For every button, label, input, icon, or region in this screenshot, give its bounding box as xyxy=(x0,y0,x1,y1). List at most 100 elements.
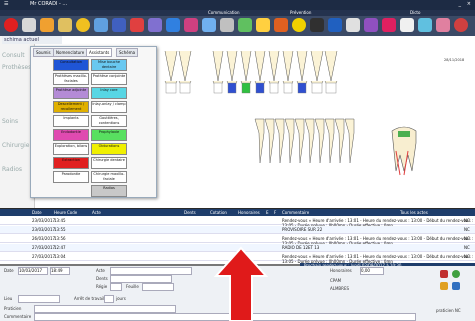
upper-tooth[interactable] xyxy=(282,50,294,89)
stethoscope-icon[interactable] xyxy=(364,18,378,32)
calendar-icon[interactable] xyxy=(22,18,36,32)
lower-tooth[interactable] xyxy=(294,118,305,164)
regie-field[interactable] xyxy=(110,283,122,291)
act-button[interactable]: Extraction xyxy=(53,157,89,169)
act-button[interactable]: Radios xyxy=(91,185,127,197)
honoraires-field[interactable]: 0,00 xyxy=(360,267,384,275)
photo-icon[interactable] xyxy=(328,18,342,32)
date-field[interactable]: 10/03/2017 xyxy=(18,267,48,275)
lightbulb-icon[interactable] xyxy=(256,18,270,32)
nav-radios[interactable]: Radios xyxy=(2,166,22,173)
nav-chirurgie[interactable]: Chirurgie xyxy=(2,142,29,149)
nav-protheses[interactable]: Prothèses xyxy=(2,64,31,71)
tooth-pink-icon[interactable] xyxy=(436,18,450,32)
upper-tooth[interactable] xyxy=(324,50,338,89)
isolated-molar[interactable] xyxy=(391,126,417,176)
lower-tooth[interactable] xyxy=(264,118,275,164)
col-honoraires[interactable]: Honoraires xyxy=(238,210,260,215)
app-menu-icon[interactable]: ☰ xyxy=(4,1,8,7)
feuille-select[interactable] xyxy=(142,283,174,291)
document-icon[interactable] xyxy=(112,18,126,32)
upper-tooth[interactable] xyxy=(254,50,266,89)
lower-tooth[interactable] xyxy=(274,118,285,164)
chart-icon[interactable] xyxy=(400,18,414,32)
table-row[interactable]: 23/03/2017 13:55 PROVISOIRE SUR 22 NC xyxy=(0,226,475,234)
time-field[interactable]: 18:49 xyxy=(50,267,70,275)
tab-soumis[interactable]: Soumis xyxy=(33,48,54,57)
headset-icon[interactable] xyxy=(346,18,360,32)
table-row[interactable]: 26/03/2017 13:56 Rendez-vous « Heure d'arr… xyxy=(0,235,475,246)
act-button[interactable]: Prophylaxie xyxy=(91,129,127,141)
col-commentaire[interactable]: Commentaire xyxy=(282,210,309,215)
nav-consult[interactable]: Consult xyxy=(2,52,25,59)
card-icon[interactable] xyxy=(94,18,108,32)
lower-tooth[interactable] xyxy=(254,118,265,164)
act-button[interactable]: Inlay core xyxy=(91,87,127,99)
act-button[interactable]: Implants xyxy=(53,115,89,127)
tooth-icon[interactable] xyxy=(274,18,288,32)
acte-field[interactable] xyxy=(110,267,192,275)
lower-tooth[interactable] xyxy=(344,118,355,164)
xray-icon[interactable] xyxy=(166,18,180,32)
act-button[interactable]: Gouttières, contentions xyxy=(91,115,127,127)
patient-icon[interactable] xyxy=(76,18,90,32)
mail-icon[interactable] xyxy=(238,18,252,32)
col-cotation[interactable]: Cotation xyxy=(210,210,227,215)
toothbrush-icon[interactable] xyxy=(418,18,432,32)
print-icon[interactable] xyxy=(452,282,460,290)
arret-field[interactable] xyxy=(104,295,114,303)
camera-icon[interactable] xyxy=(310,18,324,32)
search-icon[interactable] xyxy=(184,18,198,32)
lower-tooth[interactable] xyxy=(284,118,295,164)
minimize-icon[interactable]: _ xyxy=(459,1,462,7)
praticien-select[interactable] xyxy=(34,305,176,313)
act-button[interactable]: Exploration, bilans xyxy=(53,143,89,155)
col-date[interactable]: Date xyxy=(32,210,42,215)
act-button[interactable]: Descellement / recollement xyxy=(53,101,89,113)
act-button[interactable]: Chirurgie dentaire xyxy=(91,157,127,169)
delete-icon[interactable] xyxy=(440,270,448,278)
validate-icon[interactable] xyxy=(452,270,460,278)
nav-soins[interactable]: Soins xyxy=(2,118,18,125)
filter-all-acts[interactable]: Tous les actes xyxy=(400,210,428,215)
lower-tooth[interactable] xyxy=(314,118,325,164)
user-icon[interactable] xyxy=(58,18,72,32)
table-row[interactable]: 23/03/2017 13:45 Rendez-vous « Heure d'arr… xyxy=(0,217,475,228)
act-button[interactable]: Consultation xyxy=(53,59,89,71)
dents-field[interactable] xyxy=(110,275,172,283)
act-button[interactable]: Prothèses maxillo-faciales xyxy=(53,73,89,85)
col-dents[interactable]: Dents xyxy=(184,210,196,215)
col-f[interactable]: F xyxy=(274,210,276,215)
act-button[interactable]: Endodontie xyxy=(53,129,89,141)
radiation-icon[interactable] xyxy=(292,18,306,32)
act-button[interactable]: Prothèse conjointe xyxy=(91,73,127,85)
heart-icon[interactable] xyxy=(382,18,396,32)
tab-assistants[interactable]: Assistants xyxy=(86,48,113,57)
upper-tooth[interactable] xyxy=(212,50,224,89)
lieu-select[interactable] xyxy=(18,295,60,303)
chat-icon[interactable] xyxy=(202,18,216,32)
upper-tooth[interactable] xyxy=(268,50,280,89)
act-button[interactable]: Chirurgie maxillo-faciale xyxy=(91,171,127,183)
col-e[interactable]: E xyxy=(266,210,269,215)
close-icon[interactable]: × xyxy=(467,1,471,7)
printer-icon[interactable] xyxy=(220,18,234,32)
upper-tooth[interactable] xyxy=(296,50,308,89)
power-icon[interactable] xyxy=(4,18,18,32)
lower-tooth[interactable] xyxy=(324,118,335,164)
col-heure[interactable]: Heure xyxy=(54,210,66,215)
act-button[interactable]: Mise bouche dentaire xyxy=(91,59,127,71)
col-code[interactable]: Code xyxy=(67,210,77,215)
home-icon[interactable] xyxy=(40,18,54,32)
act-button[interactable]: Obturations xyxy=(91,143,127,155)
upper-tooth[interactable] xyxy=(164,50,178,89)
act-button[interactable]: Inlay-onlay / clamp xyxy=(91,101,127,113)
pen-icon[interactable] xyxy=(148,18,162,32)
upper-tooth[interactable] xyxy=(226,50,238,89)
upper-tooth[interactable] xyxy=(310,50,324,89)
alert-icon[interactable] xyxy=(454,18,468,32)
tab-nomenclature[interactable]: Nomenclature xyxy=(53,48,88,57)
upper-tooth[interactable] xyxy=(178,50,192,89)
tab-schema[interactable]: Schéma xyxy=(116,48,139,57)
col-acte[interactable]: Acte xyxy=(92,210,101,215)
